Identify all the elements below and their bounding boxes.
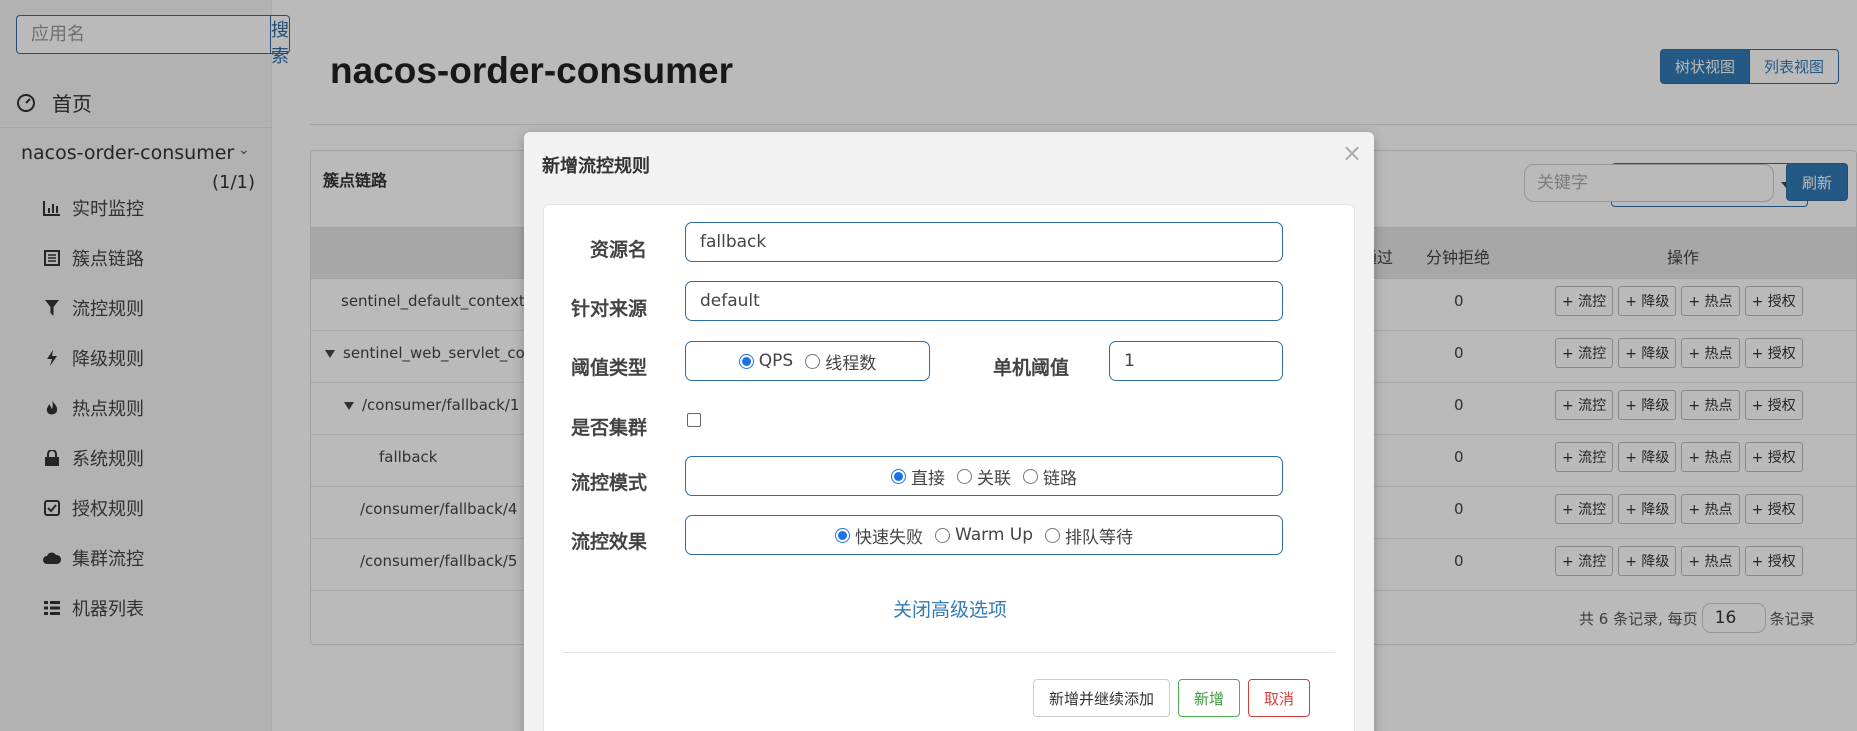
add-flow-rule-dialog: 新增流控规则 × 资源名 针对来源 阈值类型 QPS 线程数 单机阈值 是否集群…: [524, 132, 1374, 731]
resource-label: 资源名: [590, 239, 648, 261]
rule-form: 资源名 针对来源 阈值类型 QPS 线程数 单机阈值 是否集群 流控模式 直接 …: [543, 204, 1355, 731]
mode-chain[interactable]: 链路: [1023, 464, 1077, 489]
option-label: 快速失败: [854, 527, 923, 548]
origin-label: 针对来源: [571, 298, 648, 320]
effect-queue[interactable]: 排队等待: [1045, 523, 1133, 548]
mode-label: 流控模式: [571, 472, 648, 494]
cancel-button[interactable]: 取消: [1248, 679, 1310, 717]
threshold-type-qps[interactable]: QPS: [738, 351, 794, 371]
mode-direct[interactable]: 直接: [891, 464, 945, 489]
option-label: 链路: [1043, 468, 1077, 489]
effect-warm-up[interactable]: Warm Up: [934, 525, 1034, 545]
effect-label: 流控效果: [571, 531, 648, 553]
close-icon[interactable]: ×: [1342, 139, 1362, 167]
dialog-title: 新增流控规则: [542, 156, 650, 177]
radio-unchecked[interactable]: [1045, 527, 1061, 543]
threshold-input[interactable]: [1109, 341, 1283, 381]
radio-unchecked[interactable]: [1023, 468, 1038, 484]
threshold-type-radio-group: QPS 线程数: [685, 341, 930, 381]
form-divider: [563, 652, 1335, 653]
option-label: QPS: [758, 351, 794, 371]
toggle-advanced-link[interactable]: 关闭高级选项: [544, 595, 1356, 622]
option-label: 直接: [911, 468, 945, 489]
option-label: 排队等待: [1065, 527, 1134, 548]
radio-unchecked[interactable]: [957, 468, 972, 484]
effect-radio-group: 快速失败 Warm Up 排队等待: [685, 515, 1283, 555]
option-label: 关联: [977, 468, 1011, 489]
threshold-label: 单机阈值: [993, 357, 1070, 379]
option-label: Warm Up: [954, 525, 1034, 545]
radio-checked[interactable]: [738, 353, 754, 369]
radio-checked[interactable]: [834, 527, 850, 543]
effect-fast-fail[interactable]: 快速失败: [834, 523, 923, 548]
radio-unchecked[interactable]: [805, 353, 821, 369]
cluster-checkbox[interactable]: [687, 413, 701, 427]
mode-relate[interactable]: 关联: [957, 464, 1011, 489]
cluster-label: 是否集群: [571, 417, 648, 439]
mode-radio-group: 直接 关联 链路: [685, 456, 1283, 496]
threshold-type-label: 阈值类型: [571, 357, 648, 379]
resource-input[interactable]: [685, 222, 1283, 262]
radio-checked[interactable]: [891, 468, 906, 484]
threshold-type-threads[interactable]: 线程数: [805, 349, 876, 374]
radio-unchecked[interactable]: [934, 527, 950, 543]
add-button[interactable]: 新增: [1178, 679, 1240, 717]
option-label: 线程数: [825, 353, 877, 374]
add-and-continue-button[interactable]: 新增并继续添加: [1033, 679, 1170, 717]
origin-input[interactable]: [685, 281, 1283, 321]
